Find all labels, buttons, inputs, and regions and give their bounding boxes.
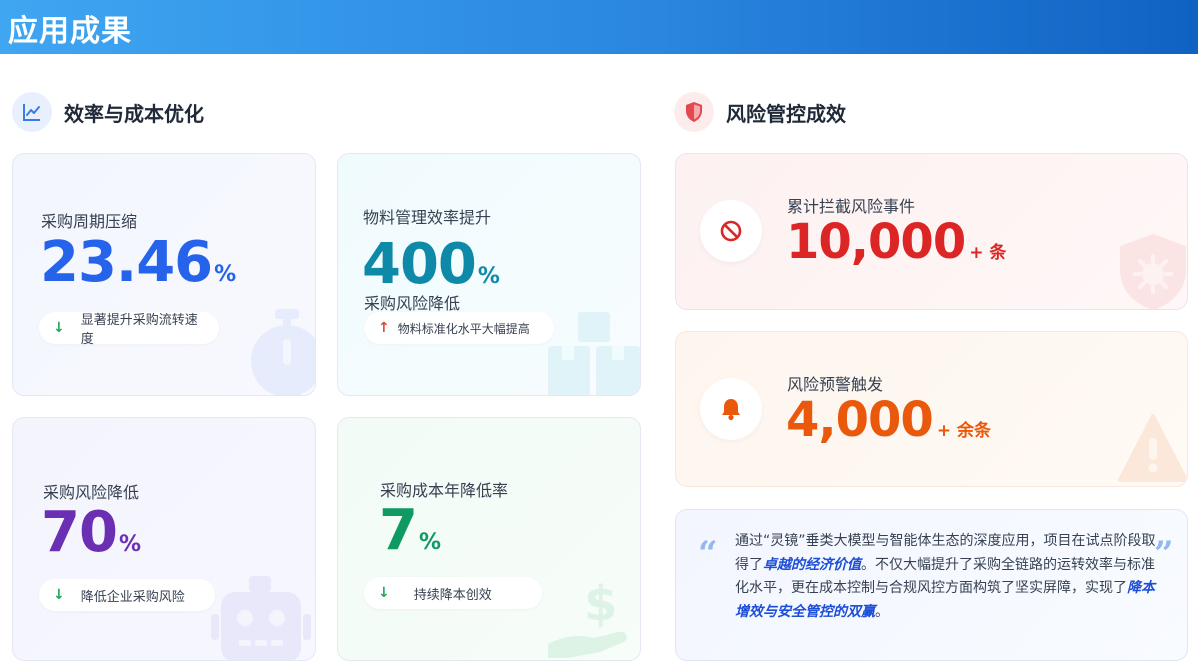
- efficiency-section-title: 效率与成本优化: [64, 101, 204, 126]
- risk-value: 10,000 + 条: [786, 214, 1007, 270]
- metric-card-material: 物料管理效率提升 400% 采购风险降低 ↑ 物料标准化水平大幅提高: [337, 153, 641, 396]
- arrow-down-icon: ↓: [378, 585, 390, 601]
- summary-quote-text: 通过“灵镜”垂类大模型与智能体生态的深度应用，项目在试点阶段取得了卓越的经济价值…: [735, 533, 1156, 620]
- metric-value: 70%: [41, 500, 141, 565]
- metric-value: 23.46%: [40, 230, 237, 295]
- risk-section-heading: 风险管控成效: [674, 92, 846, 132]
- risk-card-intercepted: 累计拦截风险事件 10,000 + 条: [675, 153, 1188, 310]
- arrow-down-icon: ↓: [53, 320, 65, 336]
- metric-sub-label: 采购风险降低: [364, 294, 461, 313]
- metric-note: ↓ 持续降本创效: [364, 577, 542, 609]
- robot-icon: [211, 576, 311, 660]
- risk-value: 4,000 + 余条: [786, 392, 991, 448]
- metric-card-cost: $ 采购成本年降低率 7% ↓ 持续降本创效: [337, 417, 641, 661]
- metric-value: 400%: [362, 232, 500, 297]
- open-quote-icon: “: [698, 534, 718, 574]
- page-title: 应用成果: [8, 14, 132, 49]
- arrow-down-icon: ↓: [53, 587, 65, 603]
- metric-note: ↓ 显著提升采购流转速度: [39, 312, 219, 347]
- bell-icon: [700, 378, 762, 440]
- metric-value: 7%: [379, 498, 442, 563]
- page-header: 应用成果: [0, 0, 1198, 54]
- metric-note: ↓ 降低企业采购风险: [39, 579, 215, 611]
- metric-card-cycle: 采购周期压缩 23.46% ↓ 显著提升采购流转速度: [12, 153, 316, 396]
- metric-card-risk: 采购风险降低 70% ↓ 降低企业采购风险: [12, 417, 316, 661]
- dollar-hand-icon: $: [548, 576, 627, 658]
- risk-card-warning: 风险预警触发 4,000 + 余条: [675, 331, 1188, 487]
- metric-label: 物料管理效率提升: [363, 208, 492, 227]
- boxes-icon: [548, 312, 640, 395]
- shield-icon: [674, 92, 714, 132]
- trend-chart-icon: [12, 92, 52, 132]
- efficiency-section-heading: 效率与成本优化: [12, 92, 204, 132]
- ban-icon: [700, 200, 762, 262]
- risk-section-title: 风险管控成效: [726, 101, 846, 126]
- stopwatch-icon: [251, 309, 315, 395]
- warning-icon: [1118, 414, 1187, 482]
- arrow-up-icon: ↑: [378, 320, 390, 336]
- metric-note: ↑ 物料标准化水平大幅提高: [364, 312, 554, 344]
- shield-virus-icon: [1120, 234, 1186, 309]
- summary-quote-card: “ ” 通过“灵镜”垂类大模型与智能体生态的深度应用，项目在试点阶段取得了卓越的…: [675, 509, 1188, 661]
- metric-label: 采购周期压缩: [41, 212, 138, 231]
- svg-text:$: $: [584, 576, 617, 632]
